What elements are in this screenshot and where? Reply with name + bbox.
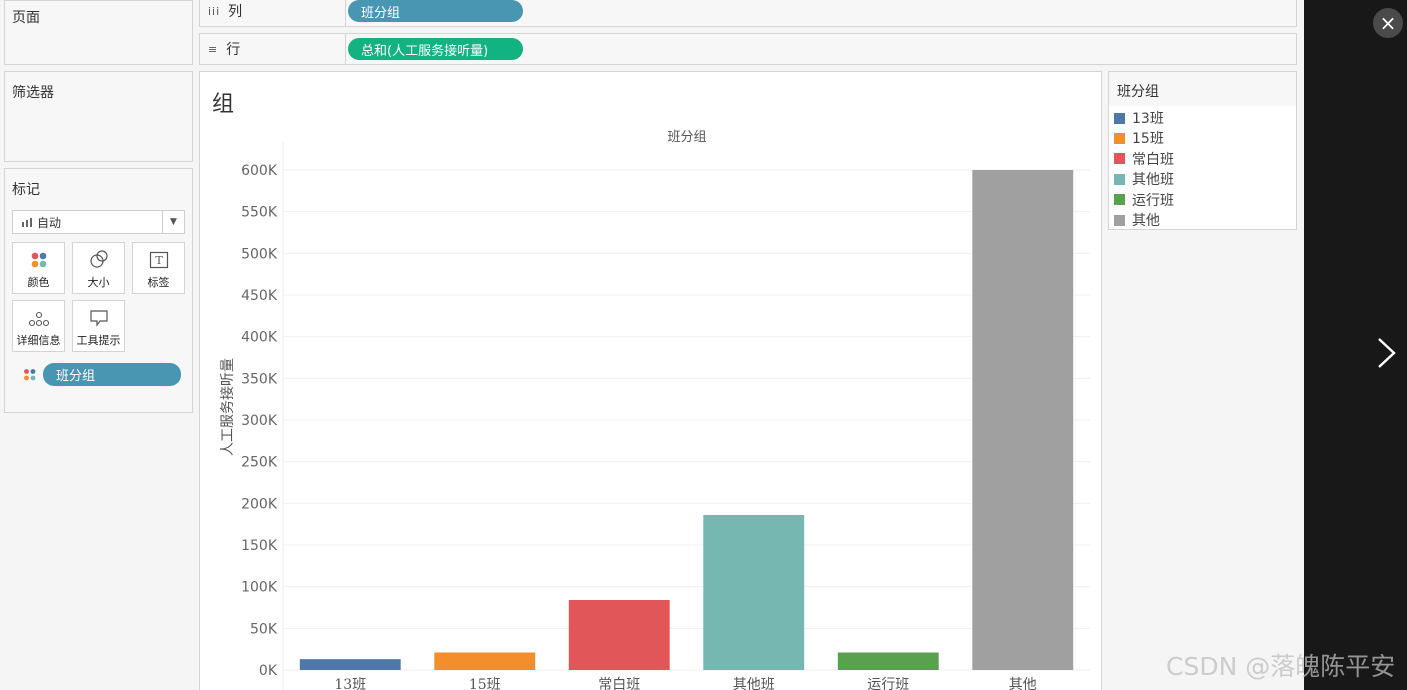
legend-label: 其他班 <box>1132 172 1174 189</box>
legend-swatch <box>1114 214 1125 226</box>
column-header: 班分组 <box>667 130 706 145</box>
y-tick-label: 450K <box>241 288 278 304</box>
legend-item[interactable]: 15班 <box>1114 129 1164 147</box>
columns-label: 列 <box>228 4 243 20</box>
y-tick-label: 100K <box>241 580 278 596</box>
bar[interactable] <box>568 600 670 670</box>
y-tick-label: 500K <box>241 246 278 262</box>
mark-type-dropdown[interactable]: 自动 ▼ <box>12 210 185 234</box>
chart-panel: 组 0K 50K 100K 150K 200K 250K 300K 350K 400K 450K 5… <box>199 71 1102 690</box>
color-button-label: 颜色 <box>27 276 50 289</box>
legend-label: 运行班 <box>1132 192 1174 209</box>
bar[interactable] <box>299 659 401 670</box>
filters-panel-title: 筛选器 <box>12 85 54 101</box>
color-dots-icon <box>31 252 46 268</box>
detail-button-label: 详细信息 <box>16 334 61 347</box>
x-tick-label: 13班 <box>334 677 366 690</box>
y-tick-label: 550K <box>241 205 278 221</box>
columns-pill[interactable]: 班分组 <box>348 0 523 22</box>
legend-swatch <box>1114 112 1125 124</box>
rows-label: 行 <box>226 42 241 58</box>
color-field-row[interactable]: 班分组 <box>21 363 184 386</box>
columns-shelf: iii 列 班分组 <box>199 0 1297 27</box>
legend-item[interactable]: 其他 <box>1114 211 1160 229</box>
label-button-label: 标签 <box>147 276 170 289</box>
pages-panel-title: 页面 <box>12 10 40 26</box>
y-axis-label: 人工服务接听量 <box>219 358 236 456</box>
y-tick-label: 600K <box>241 163 278 179</box>
bar[interactable] <box>703 515 805 670</box>
x-tick-label: 常白班 <box>598 677 640 690</box>
y-tick-label: 200K <box>241 496 278 512</box>
legend-item[interactable]: 其他班 <box>1114 170 1174 188</box>
x-tick-label: 运行班 <box>867 677 909 690</box>
legend-item[interactable]: 运行班 <box>1114 191 1174 209</box>
label-button[interactable]: T 标签 <box>132 242 185 294</box>
tooltip-button[interactable]: 工具提示 <box>72 300 125 352</box>
legend-swatch <box>1114 173 1125 185</box>
legend-label: 常白班 <box>1132 151 1174 168</box>
legend-title: 班分组 <box>1109 72 1296 106</box>
chevron-down-icon[interactable]: ▼ <box>162 211 184 233</box>
y-tick-label: 400K <box>241 330 278 346</box>
rows-shelf-label: ≡ 行 <box>200 34 346 64</box>
size-button-label: 大小 <box>87 276 110 289</box>
tooltip-button-label: 工具提示 <box>76 334 121 347</box>
bar[interactable] <box>837 652 939 671</box>
y-tick-label: 250K <box>241 455 278 471</box>
marks-panel-title: 标记 <box>12 182 40 198</box>
legend-swatch <box>1114 153 1125 165</box>
legend-label: 15班 <box>1132 131 1164 148</box>
watermark: CSDN @落魄陈平安 <box>1166 652 1396 681</box>
bar-chart-icon <box>22 218 32 227</box>
pages-panel[interactable]: 页面 <box>4 0 193 65</box>
columns-icon: iii <box>208 4 221 18</box>
svg-text:T: T <box>155 254 163 267</box>
detail-dots-icon <box>28 311 49 327</box>
y-tick-label: 350K <box>241 371 278 387</box>
color-field-pill[interactable]: 班分组 <box>43 363 181 386</box>
rows-shelf: ≡ 行 总和(人工服务接听量) <box>199 33 1297 65</box>
bar-chart[interactable]: 0K 50K 100K 150K 200K 250K 300K 350K 400K 450K 500… <box>200 72 1101 690</box>
legend-panel: 班分组 13班 15班常白班其他班运行班其他 <box>1108 71 1297 230</box>
legend-item[interactable]: 13班 <box>1114 109 1164 127</box>
legend-label: 其他 <box>1132 213 1160 229</box>
x-tick-label: 15班 <box>469 677 501 690</box>
color-button[interactable]: 颜色 <box>12 242 65 294</box>
rows-icon: ≡ <box>208 42 219 56</box>
legend-label: 13班 <box>1132 111 1164 127</box>
filters-panel[interactable]: 筛选器 <box>4 71 193 162</box>
size-button[interactable]: 大小 <box>72 242 125 294</box>
y-tick-label: 150K <box>241 538 278 554</box>
x-tick-label: 其他 <box>1009 677 1037 690</box>
detail-button[interactable]: 详细信息 <box>12 300 65 352</box>
marks-panel: 标记 自动 ▼ 颜色 大小 T 标签 详细信息 工具提示 班分组 <box>4 168 193 413</box>
legend-swatch <box>1114 132 1125 144</box>
color-dots-icon <box>24 369 36 381</box>
columns-pill-label: 班分组 <box>361 5 401 21</box>
size-icon <box>89 250 108 268</box>
legend-swatch <box>1114 194 1125 206</box>
bar[interactable] <box>434 652 536 671</box>
rows-pill[interactable]: 总和(人工服务接听量) <box>348 38 523 60</box>
y-tick-label: 0K <box>259 663 278 679</box>
mark-type-value: 自动 <box>37 215 62 230</box>
color-field-label: 班分组 <box>56 369 96 384</box>
x-tick-label: 其他班 <box>733 677 775 690</box>
tooltip-icon <box>89 310 108 327</box>
text-label-icon: T <box>149 251 168 269</box>
rows-pill-label: 总和(人工服务接听量) <box>361 43 489 59</box>
legend-item[interactable]: 常白班 <box>1114 150 1174 168</box>
y-tick-label: 50K <box>250 621 278 637</box>
chevron-right-icon[interactable] <box>1370 336 1400 370</box>
close-icon[interactable]: × <box>1373 8 1403 38</box>
bar[interactable] <box>972 170 1074 670</box>
y-tick-label: 300K <box>241 413 278 429</box>
columns-shelf-label: iii 列 <box>200 0 346 26</box>
